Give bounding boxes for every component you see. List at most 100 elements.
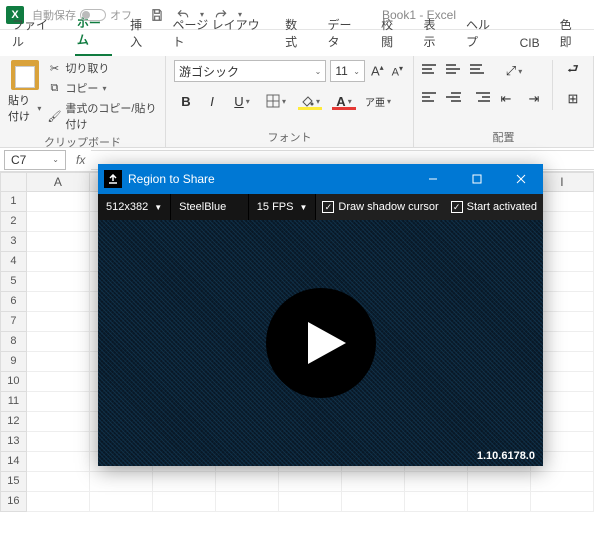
cell[interactable] <box>216 472 279 492</box>
minimize-button[interactable] <box>411 164 455 194</box>
orientation-button[interactable]: ⤢▾ <box>498 60 530 82</box>
cell[interactable] <box>27 452 90 472</box>
increase-font-button[interactable]: A▴ <box>369 63 386 78</box>
align-left-button[interactable] <box>422 88 442 106</box>
underline-button[interactable]: U▾ <box>226 90 258 112</box>
row-header[interactable]: 13 <box>0 432 27 452</box>
fps-dropdown[interactable]: 15 FPS▼ <box>249 194 317 220</box>
decrease-font-button[interactable]: A▾ <box>390 64 405 79</box>
cell[interactable] <box>27 492 90 512</box>
cell[interactable] <box>405 492 468 512</box>
row-header[interactable]: 7 <box>0 312 27 332</box>
row-header[interactable]: 12 <box>0 412 27 432</box>
row-header[interactable]: 3 <box>0 232 27 252</box>
copy-button[interactable]: ⧉ コピー ▾ <box>47 80 157 96</box>
paste-button[interactable]: 貼り付け▾ <box>8 60 41 124</box>
tab-help[interactable]: ヘルプ <box>464 12 502 56</box>
cell[interactable] <box>27 432 90 452</box>
tab-page-layout[interactable]: ページ レイアウト <box>171 12 268 56</box>
font-size-select[interactable]: 11⌄ <box>330 60 365 82</box>
start-activated-checkbox[interactable]: ✓ Start activated <box>445 201 543 213</box>
select-all-corner[interactable] <box>0 172 27 192</box>
cell[interactable] <box>27 252 90 272</box>
cell[interactable] <box>279 472 342 492</box>
tab-file[interactable]: ファイル <box>10 12 59 56</box>
cell[interactable] <box>27 232 90 252</box>
font-color-button[interactable]: A ▾ <box>328 90 360 112</box>
wrap-text-button[interactable]: ⮐ <box>561 60 585 82</box>
fill-color-button[interactable]: ▾ <box>294 90 326 112</box>
row-header[interactable]: 16 <box>0 492 27 512</box>
cell[interactable] <box>279 492 342 512</box>
align-top-button[interactable] <box>422 60 442 78</box>
borders-button[interactable]: ▾ <box>260 90 292 112</box>
italic-button[interactable]: I <box>200 90 224 112</box>
cell[interactable] <box>27 392 90 412</box>
cell[interactable] <box>27 352 90 372</box>
row-header[interactable]: 6 <box>0 292 27 312</box>
tab-view[interactable]: 表示 <box>422 12 448 56</box>
row-header[interactable]: 2 <box>0 212 27 232</box>
name-box[interactable]: C7⌄ <box>4 150 66 170</box>
cell[interactable] <box>27 312 90 332</box>
align-center-button[interactable] <box>446 88 466 106</box>
fx-icon[interactable]: fx <box>70 153 91 167</box>
cell[interactable] <box>27 412 90 432</box>
row-header[interactable]: 15 <box>0 472 27 492</box>
row-header[interactable]: 11 <box>0 392 27 412</box>
close-button[interactable] <box>499 164 543 194</box>
cell[interactable] <box>531 492 594 512</box>
tab-cib[interactable]: CIB <box>518 32 542 56</box>
cell[interactable] <box>90 472 153 492</box>
row-header[interactable]: 1 <box>0 192 27 212</box>
row-header[interactable]: 5 <box>0 272 27 292</box>
overlay-toolbar: 512x382▼ SteelBlue 15 FPS▼ ✓ Draw shadow… <box>98 194 543 220</box>
phonetic-button[interactable]: ア亜▾ <box>362 90 394 112</box>
cell[interactable] <box>468 492 531 512</box>
size-dropdown[interactable]: 512x382▼ <box>98 194 171 220</box>
play-button[interactable] <box>266 288 376 398</box>
tab-data[interactable]: データ <box>325 12 363 56</box>
cell[interactable] <box>27 292 90 312</box>
cell[interactable] <box>27 332 90 352</box>
cell[interactable] <box>342 472 405 492</box>
format-painter-button[interactable]: 🖌 書式のコピー/貼り付け <box>47 100 157 132</box>
cell[interactable] <box>405 472 468 492</box>
align-middle-button[interactable] <box>446 60 466 78</box>
cell[interactable] <box>27 212 90 232</box>
tab-formulas[interactable]: 数式 <box>283 12 309 56</box>
maximize-button[interactable] <box>455 164 499 194</box>
group-font: 游ゴシック⌄ 11⌄ A▴ A▾ B I U▾ ▾ ▾ <box>166 56 414 147</box>
row-header[interactable]: 10 <box>0 372 27 392</box>
cell[interactable] <box>27 192 90 212</box>
shadow-cursor-checkbox[interactable]: ✓ Draw shadow cursor <box>316 201 444 213</box>
cell[interactable] <box>468 472 531 492</box>
cell[interactable] <box>531 472 594 492</box>
font-name-select[interactable]: 游ゴシック⌄ <box>174 60 326 82</box>
color-dropdown[interactable]: SteelBlue <box>171 194 249 220</box>
decrease-indent-button[interactable]: ⇤ <box>494 88 518 110</box>
row-header[interactable]: 9 <box>0 352 27 372</box>
increase-indent-button[interactable]: ⇥ <box>522 88 546 110</box>
cell[interactable] <box>342 492 405 512</box>
row-header[interactable]: 8 <box>0 332 27 352</box>
cell[interactable] <box>90 492 153 512</box>
col-header[interactable]: A <box>27 172 90 192</box>
cell[interactable] <box>27 372 90 392</box>
cell[interactable] <box>27 472 90 492</box>
bold-button[interactable]: B <box>174 90 198 112</box>
merge-button[interactable]: ⊞ <box>561 88 585 110</box>
cell[interactable] <box>216 492 279 512</box>
tab-extra[interactable]: 色即 <box>558 12 584 56</box>
align-right-button[interactable] <box>470 88 490 106</box>
tab-insert[interactable]: 挿入 <box>128 12 154 56</box>
overlay-titlebar[interactable]: Region to Share <box>98 164 543 194</box>
row-header[interactable]: 4 <box>0 252 27 272</box>
cell[interactable] <box>153 492 216 512</box>
row-header[interactable]: 14 <box>0 452 27 472</box>
tab-review[interactable]: 校閲 <box>379 12 405 56</box>
cell[interactable] <box>153 472 216 492</box>
align-bottom-button[interactable] <box>470 60 490 78</box>
cell[interactable] <box>27 272 90 292</box>
cut-button[interactable]: ✂ 切り取り <box>47 60 157 76</box>
